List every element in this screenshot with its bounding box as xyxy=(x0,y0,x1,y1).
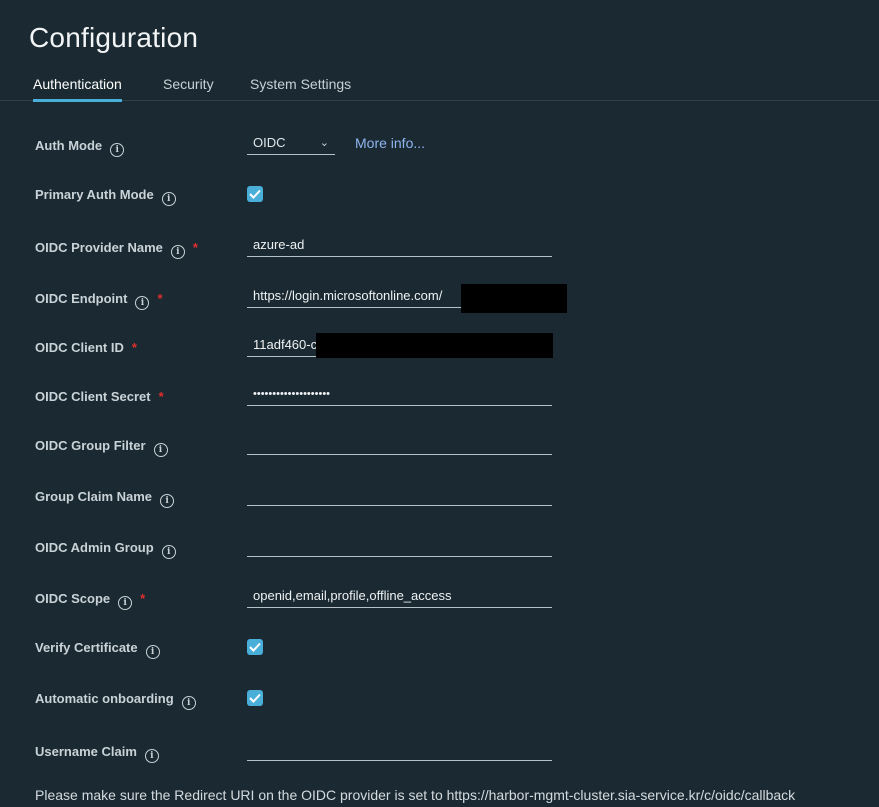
page-title: Configuration xyxy=(29,22,199,53)
info-icon[interactable]: i xyxy=(153,443,168,457)
oidc-endpoint-row: OIDC Endpoint i * https://login.microsofto… xyxy=(35,284,865,314)
oidc-admin-group-row: OIDC Admin Group i xyxy=(35,533,865,563)
oidc-client-id-row: OIDC Client ID * 11adf460-c xyxy=(35,333,865,363)
automatic-onboarding-label: Automatic onboarding i xyxy=(35,691,196,710)
redaction-box xyxy=(461,284,567,313)
automatic-onboarding-row: Automatic onboarding i xyxy=(35,689,865,719)
required-marker: * xyxy=(158,389,164,404)
auth-mode-select[interactable]: OIDC ⌄ xyxy=(247,131,335,155)
info-icon[interactable]: i xyxy=(118,596,133,610)
oidc-group-filter-label: OIDC Group Filter i xyxy=(35,438,168,457)
chevron-down-icon: ⌄ xyxy=(319,137,329,149)
configuration-page: Configuration Authentication Security Sy… xyxy=(0,0,879,807)
info-icon[interactable]: i xyxy=(145,645,160,659)
oidc-endpoint-label: OIDC Endpoint i * xyxy=(35,291,163,310)
info-icon[interactable]: i xyxy=(135,296,150,310)
username-claim-label: Username Claim i xyxy=(35,744,159,763)
info-icon[interactable]: i xyxy=(110,143,125,157)
required-marker: * xyxy=(192,240,198,255)
oidc-admin-group-label: OIDC Admin Group i xyxy=(35,540,176,559)
check-icon xyxy=(249,189,261,199)
check-icon xyxy=(249,642,261,652)
verify-certificate-label: Verify Certificate i xyxy=(35,640,160,659)
info-icon[interactable]: i xyxy=(161,545,176,559)
redaction-box xyxy=(316,333,553,358)
oidc-client-secret-row: OIDC Client Secret * •••••••••••••••••••• xyxy=(35,382,865,412)
oidc-group-filter-input[interactable] xyxy=(247,431,552,455)
info-icon[interactable]: i xyxy=(161,192,176,206)
tab-security[interactable]: Security xyxy=(163,76,214,99)
group-claim-name-row: Group Claim Name i xyxy=(35,482,865,512)
oidc-provider-name-input[interactable]: azure-ad xyxy=(247,233,552,257)
auth-mode-row: Auth Mode i OIDC ⌄ More info... xyxy=(35,131,865,161)
more-info-link[interactable]: More info... xyxy=(355,135,425,151)
oidc-scope-input[interactable]: openid,email,profile,offline_access xyxy=(247,584,552,608)
info-icon[interactable]: i xyxy=(144,749,159,763)
oidc-admin-group-input[interactable] xyxy=(247,533,552,557)
info-icon[interactable]: i xyxy=(170,245,185,259)
verify-certificate-checkbox[interactable] xyxy=(247,639,263,655)
info-icon[interactable]: i xyxy=(160,494,175,508)
primary-auth-mode-row: Primary Auth Mode i xyxy=(35,185,865,215)
tab-system-settings[interactable]: System Settings xyxy=(250,76,351,99)
oidc-group-filter-row: OIDC Group Filter i xyxy=(35,431,865,461)
oidc-provider-name-label: OIDC Provider Name i * xyxy=(35,240,198,259)
oidc-client-secret-input[interactable]: •••••••••••••••••••• xyxy=(247,382,552,406)
oidc-client-id-label: OIDC Client ID * xyxy=(35,340,137,355)
automatic-onboarding-checkbox[interactable] xyxy=(247,690,263,706)
redirect-uri-note: Please make sure the Redirect URI on the… xyxy=(35,787,796,803)
group-claim-name-input[interactable] xyxy=(247,482,552,506)
tab-authentication[interactable]: Authentication xyxy=(33,76,122,102)
primary-auth-mode-label: Primary Auth Mode i xyxy=(35,187,176,206)
username-claim-row: Username Claim i xyxy=(35,737,865,767)
group-claim-name-label: Group Claim Name i xyxy=(35,489,175,508)
auth-mode-value: OIDC xyxy=(253,135,286,150)
verify-certificate-row: Verify Certificate i xyxy=(35,638,865,668)
required-marker: * xyxy=(157,291,163,306)
primary-auth-mode-checkbox[interactable] xyxy=(247,186,263,202)
oidc-scope-label: OIDC Scope i * xyxy=(35,591,146,610)
oidc-client-secret-label: OIDC Client Secret * xyxy=(35,389,164,404)
oidc-provider-name-row: OIDC Provider Name i * azure-ad xyxy=(35,233,865,263)
check-icon xyxy=(249,693,261,703)
username-claim-input[interactable] xyxy=(247,737,552,761)
required-marker: * xyxy=(140,591,146,606)
oidc-scope-row: OIDC Scope i * openid,email,profile,offlin… xyxy=(35,584,865,614)
auth-mode-label: Auth Mode i xyxy=(35,138,125,157)
tab-bar: Authentication Security System Settings xyxy=(0,70,879,102)
required-marker: * xyxy=(131,340,137,355)
info-icon[interactable]: i xyxy=(181,696,196,710)
